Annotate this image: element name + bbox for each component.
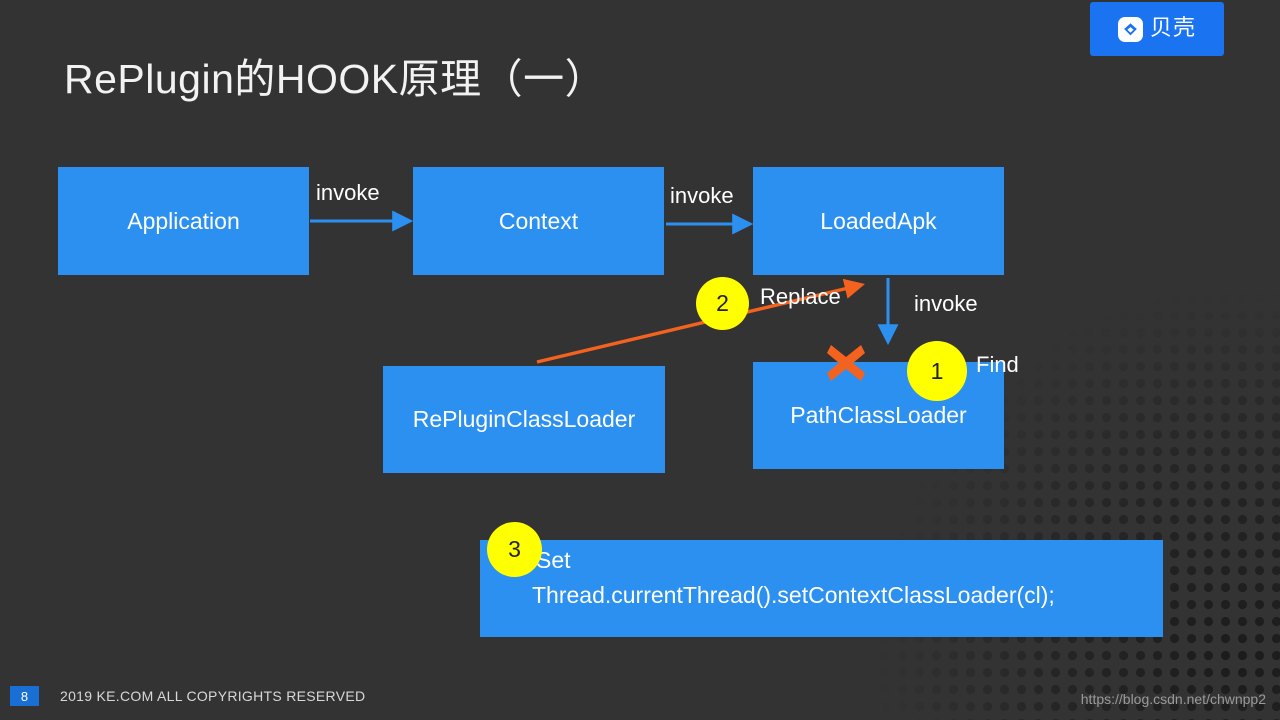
page-number-badge: 8 [10,686,39,706]
box-context[interactable]: Context [413,167,664,275]
box-loadedapk[interactable]: LoadedApk [753,167,1004,275]
step-badge-1: 1 [907,341,967,401]
step-badge-2: 2 [696,277,749,330]
watermark-url: https://blog.csdn.net/chwnpp2 [1080,691,1266,707]
label-invoke-loadedapk-pathclassloader: invoke [914,291,978,316]
box-repluginclassloader[interactable]: RePluginClassLoader [383,366,665,473]
page-title: RePlugin的HOOK原理（一） [64,56,607,102]
copyright-text: 2019 KE.COM ALL COPYRIGHTS RESERVED [60,688,366,704]
slide-canvas: 贝壳 RePlugin的HOOK原理（一） Application Contex… [0,0,1280,720]
set-block-line-2: Thread.currentThread().setContextClassLo… [532,582,1055,609]
x-mark-icon [827,345,865,381]
step-badge-3: 3 [487,522,542,577]
label-replace: Replace [760,284,841,309]
shell-house-icon [1117,16,1143,42]
brand-logo: 贝壳 [1090,2,1224,56]
box-application[interactable]: Application [58,167,309,275]
label-invoke-context-loadedapk: invoke [670,183,734,208]
logo-text: 贝壳 [1149,16,1196,41]
label-find: Find [976,352,1019,377]
label-invoke-application-context: invoke [316,180,380,205]
set-block-line-1: Set [536,547,571,573]
box-set-context-classloader[interactable]: Set Thread.currentThread().setContextCla… [480,540,1163,637]
box-pathclassloader[interactable]: PathClassLoader [753,362,1004,469]
